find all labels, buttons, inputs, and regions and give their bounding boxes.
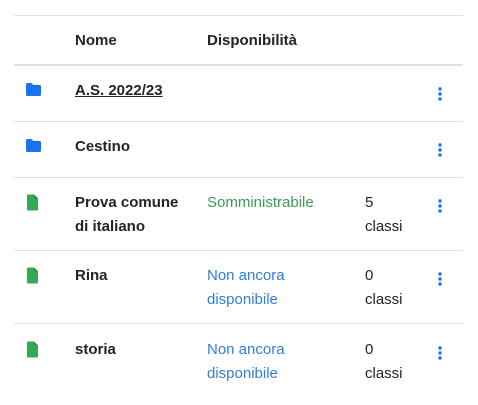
class-count: 5 classi: [365, 191, 425, 239]
row-name[interactable]: Cestino: [75, 135, 200, 159]
row-name[interactable]: Prova comune di italiano: [75, 191, 200, 239]
column-header-availability[interactable]: Disponibilità: [207, 31, 297, 51]
row-divider: [14, 323, 463, 324]
class-count: 0 classi: [365, 338, 425, 386]
status-line1: Non ancora: [207, 341, 285, 358]
row-divider: [14, 121, 463, 122]
folder-icon: [25, 138, 42, 153]
row-menu-button[interactable]: [432, 140, 448, 160]
row-menu-button[interactable]: [432, 196, 448, 216]
status-line1: Non ancora: [207, 267, 285, 284]
status-line2: disponibile: [207, 291, 278, 308]
row-divider: [14, 250, 463, 251]
class-count: 0 classi: [365, 264, 425, 312]
row-menu-button[interactable]: [432, 343, 448, 363]
file-icon: [26, 341, 39, 358]
class-count-number: 5: [365, 194, 374, 211]
row-divider: [14, 177, 463, 178]
class-count-number: 0: [365, 267, 374, 284]
folder-icon: [25, 82, 42, 97]
row-name-line2: di italiano: [75, 218, 146, 235]
column-header-name[interactable]: Nome: [75, 31, 117, 51]
row-name-line1: Prova comune: [75, 194, 179, 211]
class-count-unit: classi: [365, 291, 403, 308]
status-text: Non ancora disponibile: [207, 338, 347, 386]
status-text: Somministrabile: [207, 194, 314, 211]
header-divider: [14, 64, 463, 66]
file-icon: [26, 194, 39, 211]
class-count-unit: classi: [365, 218, 403, 235]
class-count-unit: classi: [365, 365, 403, 382]
row-name[interactable]: Rina: [75, 264, 200, 288]
status-text: Non ancora disponibile: [207, 264, 347, 312]
row-name[interactable]: storia: [75, 338, 200, 362]
table-top-border: [14, 15, 463, 16]
row-menu-button[interactable]: [432, 269, 448, 289]
class-count-number: 0: [365, 341, 374, 358]
file-icon: [26, 267, 39, 284]
row-name-link[interactable]: A.S. 2022/23: [75, 79, 200, 103]
row-menu-button[interactable]: [432, 84, 448, 104]
status-line2: disponibile: [207, 365, 278, 382]
